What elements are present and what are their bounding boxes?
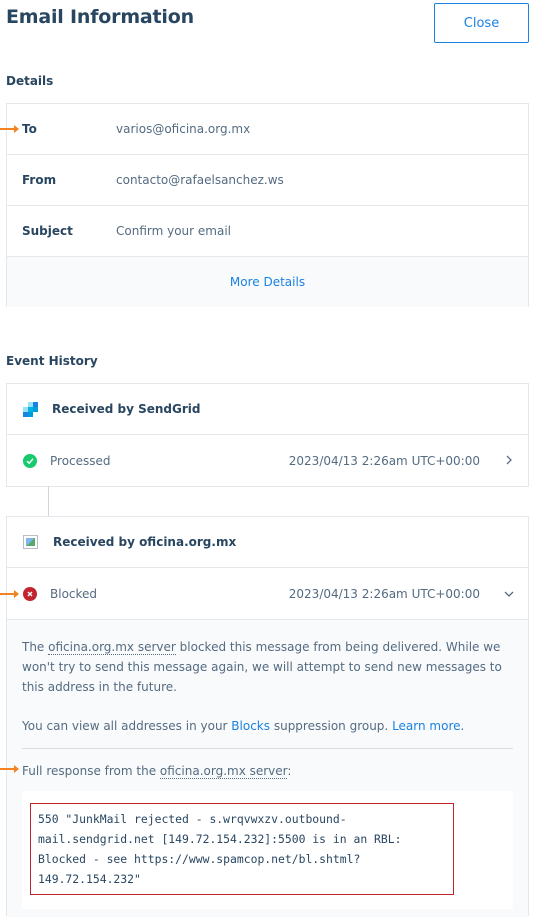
success-check-icon xyxy=(23,453,37,468)
event-group-recipient: Received by oficina.org.mx Blocked 2023/… xyxy=(6,516,529,917)
smtp-response: 550 "JunkMail rejected - s.wrqvwxzv.outb… xyxy=(30,803,454,895)
text: Full response from the xyxy=(22,764,160,778)
event-source-label: Received by SendGrid xyxy=(52,402,201,416)
close-button[interactable]: Close xyxy=(434,3,529,43)
event-source: Received by oficina.org.mx xyxy=(7,517,528,568)
learn-more-link[interactable]: Learn more xyxy=(392,719,460,733)
details-value: Confirm your email xyxy=(116,224,232,238)
server-term[interactable]: oficina.org.mx server xyxy=(159,764,288,779)
text: : xyxy=(287,764,292,778)
event-time: 2023/04/13 2:26am UTC+00:00 xyxy=(288,453,480,468)
error-x-icon xyxy=(23,586,37,601)
page-title: Email Information xyxy=(6,6,194,28)
event-status: Blocked xyxy=(50,586,98,601)
more-details-link[interactable]: More Details xyxy=(7,257,528,307)
block-explanation: The oficina.org.mx server blocked this m… xyxy=(22,637,513,697)
response-heading: Full response from the oficina.org.mx se… xyxy=(22,761,513,781)
chevron-right-icon[interactable] xyxy=(498,454,520,468)
details-key: Subject xyxy=(22,224,73,238)
annotation-arrow-icon xyxy=(0,590,19,598)
details-row-from: From contacto@rafaelsanchez.ws xyxy=(7,155,528,206)
event-source-label: Received by oficina.org.mx xyxy=(53,535,237,549)
details-row-to: To varios@oficina.org.mx xyxy=(7,104,528,155)
event-history-heading: Event History xyxy=(6,354,98,368)
details-key: To xyxy=(22,122,37,136)
blocks-link[interactable]: Blocks xyxy=(231,719,270,733)
annotation-arrow-icon xyxy=(0,765,19,773)
text: The xyxy=(22,640,49,654)
timeline-connector xyxy=(48,486,49,516)
event-source: Received by SendGrid xyxy=(7,384,528,435)
event-row-processed[interactable]: Processed 2023/04/13 2:26am UTC+00:00 xyxy=(7,435,528,486)
details-key: From xyxy=(22,173,57,187)
event-group-sendgrid: Received by SendGrid Processed 2023/04/1… xyxy=(6,383,529,487)
details-value: contacto@rafaelsanchez.ws xyxy=(116,173,284,187)
annotation-arrow-icon xyxy=(0,125,19,133)
details-row-subject: Subject Confirm your email xyxy=(7,206,528,257)
broken-image-icon xyxy=(23,535,38,549)
response-box: 550 "JunkMail rejected - s.wrqvwxzv.outb… xyxy=(22,791,513,909)
sendgrid-logo-icon xyxy=(23,401,38,417)
details-heading: Details xyxy=(6,74,54,88)
text: suppression group. xyxy=(270,719,393,733)
event-status: Processed xyxy=(50,453,111,468)
text: You can view all addresses in your xyxy=(22,719,232,733)
divider xyxy=(22,748,513,749)
details-card: To varios@oficina.org.mx From contacto@r… xyxy=(6,103,529,307)
details-value: varios@oficina.org.mx xyxy=(116,122,251,136)
event-details-panel: The oficina.org.mx server blocked this m… xyxy=(7,619,528,917)
chevron-down-icon[interactable] xyxy=(498,587,520,601)
event-row-blocked[interactable]: Blocked 2023/04/13 2:26am UTC+00:00 xyxy=(7,568,528,619)
server-term[interactable]: oficina.org.mx server xyxy=(48,640,176,655)
event-time: 2023/04/13 2:26am UTC+00:00 xyxy=(288,586,480,601)
blocks-note: You can view all addresses in your Block… xyxy=(22,716,513,736)
text: . xyxy=(460,719,465,733)
